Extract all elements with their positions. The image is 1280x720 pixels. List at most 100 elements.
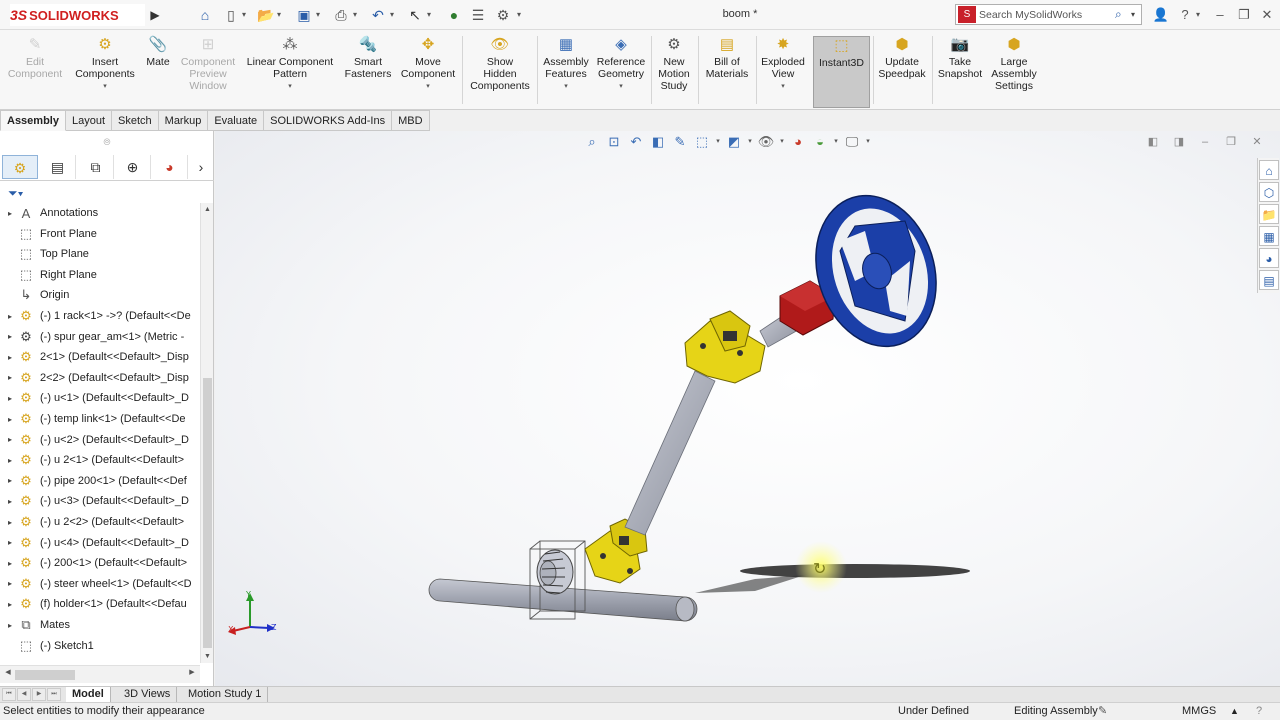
tree-item[interactable]: ↳ Origin bbox=[0, 285, 200, 305]
tree-item[interactable]: ▸ ⚙ (-) u 2<1> (Default<<Default> bbox=[0, 450, 200, 470]
tab-motion-study-1[interactable]: Motion Study 1 bbox=[182, 687, 269, 702]
expand-arrow-icon[interactable]: ▸ bbox=[4, 600, 16, 609]
hscroll-thumb[interactable] bbox=[15, 670, 75, 680]
file-explorer-icon[interactable]: 📁 bbox=[1259, 204, 1279, 224]
home-icon[interactable]: ⌂ bbox=[195, 5, 215, 25]
update-speedpak-button[interactable]: ⬢ Update Speedpak bbox=[876, 36, 928, 108]
assembly-model[interactable]: ↻ X Z Y bbox=[215, 131, 1280, 686]
bill-of-materials-button[interactable]: ▤ Bill of Materials bbox=[702, 36, 752, 108]
scroll-down-icon[interactable]: ▼ bbox=[201, 650, 214, 663]
mate-button[interactable]: 📎 Mate bbox=[142, 36, 174, 108]
unit-system[interactable]: MMGS bbox=[1182, 703, 1216, 720]
move-component-button[interactable]: ✥ Move Component ▾ bbox=[398, 36, 458, 108]
user-icon[interactable]: 👤 bbox=[1151, 5, 1171, 25]
filter-icon[interactable]: ⏷▾ bbox=[3, 183, 209, 203]
search-icon[interactable]: ⌕ bbox=[1115, 7, 1131, 22]
tree-item[interactable]: ▸ ⧉ Mates bbox=[0, 615, 200, 635]
new-dropdown-icon[interactable]: ▾ bbox=[242, 5, 250, 25]
tab-assembly[interactable]: Assembly bbox=[0, 110, 66, 131]
appearances-scenes-icon[interactable]: ◕ bbox=[1259, 248, 1279, 268]
expand-arrow-icon[interactable]: ▸ bbox=[4, 497, 16, 506]
instant3d-button[interactable]: ⬚ Instant3D bbox=[813, 36, 870, 108]
tree-item[interactable]: ▸ ⚙ (-) 200<1> (Default<<Default> bbox=[0, 553, 200, 573]
print-icon[interactable]: ⎙ bbox=[331, 5, 351, 25]
expand-arrow-icon[interactable]: ▸ bbox=[4, 476, 16, 485]
feature-tree-tab-icon[interactable]: ⚙ bbox=[2, 155, 38, 179]
search-input[interactable]: Search MySolidWorks bbox=[979, 9, 1115, 21]
move-component-dropdown-icon[interactable]: ▾ bbox=[426, 81, 430, 93]
linear-component-pattern-button[interactable]: ⁂ Linear Component Pattern ▾ bbox=[243, 36, 337, 108]
select-dropdown-icon[interactable]: ▾ bbox=[427, 5, 435, 25]
steer-wheel-part[interactable] bbox=[797, 180, 955, 362]
component-preview-window-button[interactable]: ⊞ Component Preview Window bbox=[176, 36, 240, 108]
assembly-features-button[interactable]: ▦ Assembly Features ▾ bbox=[540, 36, 592, 108]
property-manager-tab-icon[interactable]: ▤ bbox=[40, 155, 76, 179]
insert-components-dropdown-icon[interactable]: ▾ bbox=[103, 81, 107, 93]
configuration-manager-tab-icon[interactable]: ⧉ bbox=[78, 155, 114, 179]
scroll-right-icon[interactable]: ▶ bbox=[186, 668, 198, 676]
show-hidden-components-button[interactable]: 👁 Show Hidden Components bbox=[466, 36, 534, 108]
tree-item[interactable]: ▸ ⚙ (-) steer wheel<1> (Default<<D bbox=[0, 574, 200, 594]
tree-item[interactable]: ▸ ⚙ (-) u<3> (Default<<Default>_D bbox=[0, 491, 200, 511]
scroll-thumb[interactable] bbox=[203, 378, 212, 648]
tree-item[interactable]: ⬚ (-) Sketch1 bbox=[0, 636, 200, 656]
expand-arrow-icon[interactable]: ▸ bbox=[4, 456, 16, 465]
large-assembly-settings-button[interactable]: ⬢ Large Assembly Settings bbox=[988, 36, 1040, 108]
edit-component-button[interactable]: ✎ Edit Component bbox=[4, 36, 66, 108]
solidworks-logo[interactable]: 3S SOLIDWORKS bbox=[10, 4, 145, 26]
menu-expand-icon[interactable]: ▶ bbox=[148, 5, 162, 25]
tree-item[interactable]: ▸ ⚙ (-) spur gear_am<1> (Metric - bbox=[0, 327, 200, 347]
undo-icon[interactable]: ↶ bbox=[368, 5, 388, 25]
file-properties-icon[interactable]: ☰ bbox=[468, 5, 488, 25]
restore-icon[interactable]: ❐ bbox=[1234, 5, 1254, 25]
tree-item[interactable]: ⬚ Right Plane bbox=[0, 265, 200, 285]
tree-item[interactable]: ▸ A Annotations bbox=[0, 203, 200, 223]
tab-markup[interactable]: Markup bbox=[158, 110, 209, 131]
solidworks-resources-icon[interactable]: ⌂ bbox=[1259, 160, 1279, 180]
expand-arrow-icon[interactable]: ▸ bbox=[4, 518, 16, 527]
design-library-icon[interactable]: ⬡ bbox=[1259, 182, 1279, 202]
next-tab-icon[interactable]: ▶ bbox=[32, 688, 46, 701]
search-dropdown-icon[interactable]: ▾ bbox=[1131, 10, 1141, 19]
last-tab-icon[interactable]: ⏭ bbox=[47, 688, 61, 701]
tab-sketch[interactable]: Sketch bbox=[112, 110, 159, 131]
new-motion-study-button[interactable]: ⚙ New Motion Study bbox=[654, 36, 694, 108]
undo-dropdown-icon[interactable]: ▾ bbox=[390, 5, 398, 25]
tree-item[interactable]: ▸ ⚙ (-) temp link<1> (Default<<De bbox=[0, 409, 200, 429]
pipe-200-shaft[interactable] bbox=[624, 370, 716, 536]
rebuild-icon[interactable]: ● bbox=[444, 5, 464, 25]
tree-item[interactable]: ⬚ Front Plane bbox=[0, 224, 200, 244]
tree-item[interactable]: ▸ ⚙ (-) 1 rack<1> ->? (Default<<De bbox=[0, 306, 200, 326]
options-dropdown-icon[interactable]: ▾ bbox=[517, 5, 525, 25]
custom-properties-icon[interactable]: ▤ bbox=[1259, 270, 1279, 290]
select-icon[interactable]: ↖ bbox=[405, 5, 425, 25]
take-snapshot-button[interactable]: 📷 Take Snapshot bbox=[935, 36, 985, 108]
search-mysolidworks[interactable]: S Search MySolidWorks ⌕ ▾ bbox=[955, 4, 1142, 25]
save-icon[interactable]: ▣ bbox=[294, 5, 314, 25]
expand-arrow-icon[interactable]: ▸ bbox=[4, 312, 16, 321]
expand-arrow-icon[interactable]: ▸ bbox=[4, 559, 16, 568]
tree-horizontal-scrollbar[interactable]: ◀ ▶ bbox=[0, 665, 200, 683]
smart-fasteners-button[interactable]: 🔩 Smart Fasteners bbox=[342, 36, 394, 108]
assembly-features-dropdown-icon[interactable]: ▾ bbox=[564, 81, 568, 93]
expand-arrow-icon[interactable]: ▸ bbox=[4, 209, 16, 218]
expand-arrow-icon[interactable]: ▸ bbox=[4, 579, 16, 588]
tab-layout[interactable]: Layout bbox=[65, 110, 113, 131]
expand-arrow-icon[interactable]: ▸ bbox=[4, 332, 16, 341]
tab-mbd[interactable]: MBD bbox=[392, 110, 430, 131]
options-icon[interactable]: ⚙ bbox=[493, 5, 513, 25]
expand-arrow-icon[interactable]: ▸ bbox=[4, 353, 16, 362]
reference-geometry-dropdown-icon[interactable]: ▾ bbox=[619, 81, 623, 93]
scroll-up-icon[interactable]: ▲ bbox=[201, 203, 214, 216]
tab-3d-views[interactable]: 3D Views bbox=[118, 687, 178, 702]
expand-arrow-icon[interactable]: ▸ bbox=[4, 538, 16, 547]
new-document-icon[interactable]: ▯ bbox=[221, 5, 241, 25]
save-dropdown-icon[interactable]: ▾ bbox=[316, 5, 324, 25]
graphics-area[interactable]: ⌕ ⊡ ↶ ◧ ✎ ⬚ ▾ ◩ ▾ 👁 ▾ ◕ ◒ ▾ 🖵 ▾ ◧ ◨ – ❐ … bbox=[215, 131, 1280, 686]
minimize-icon[interactable]: – bbox=[1210, 5, 1230, 25]
more-tabs-icon[interactable]: › bbox=[190, 155, 212, 179]
exploded-view-dropdown-icon[interactable]: ▾ bbox=[781, 81, 785, 93]
tree-item[interactable]: ▸ ⚙ 2<2> (Default<<Default>_Disp bbox=[0, 368, 200, 388]
close-icon[interactable]: ✕ bbox=[1257, 5, 1277, 25]
tree-item[interactable]: ▸ ⚙ (f) holder<1> (Default<<Defau bbox=[0, 594, 200, 614]
